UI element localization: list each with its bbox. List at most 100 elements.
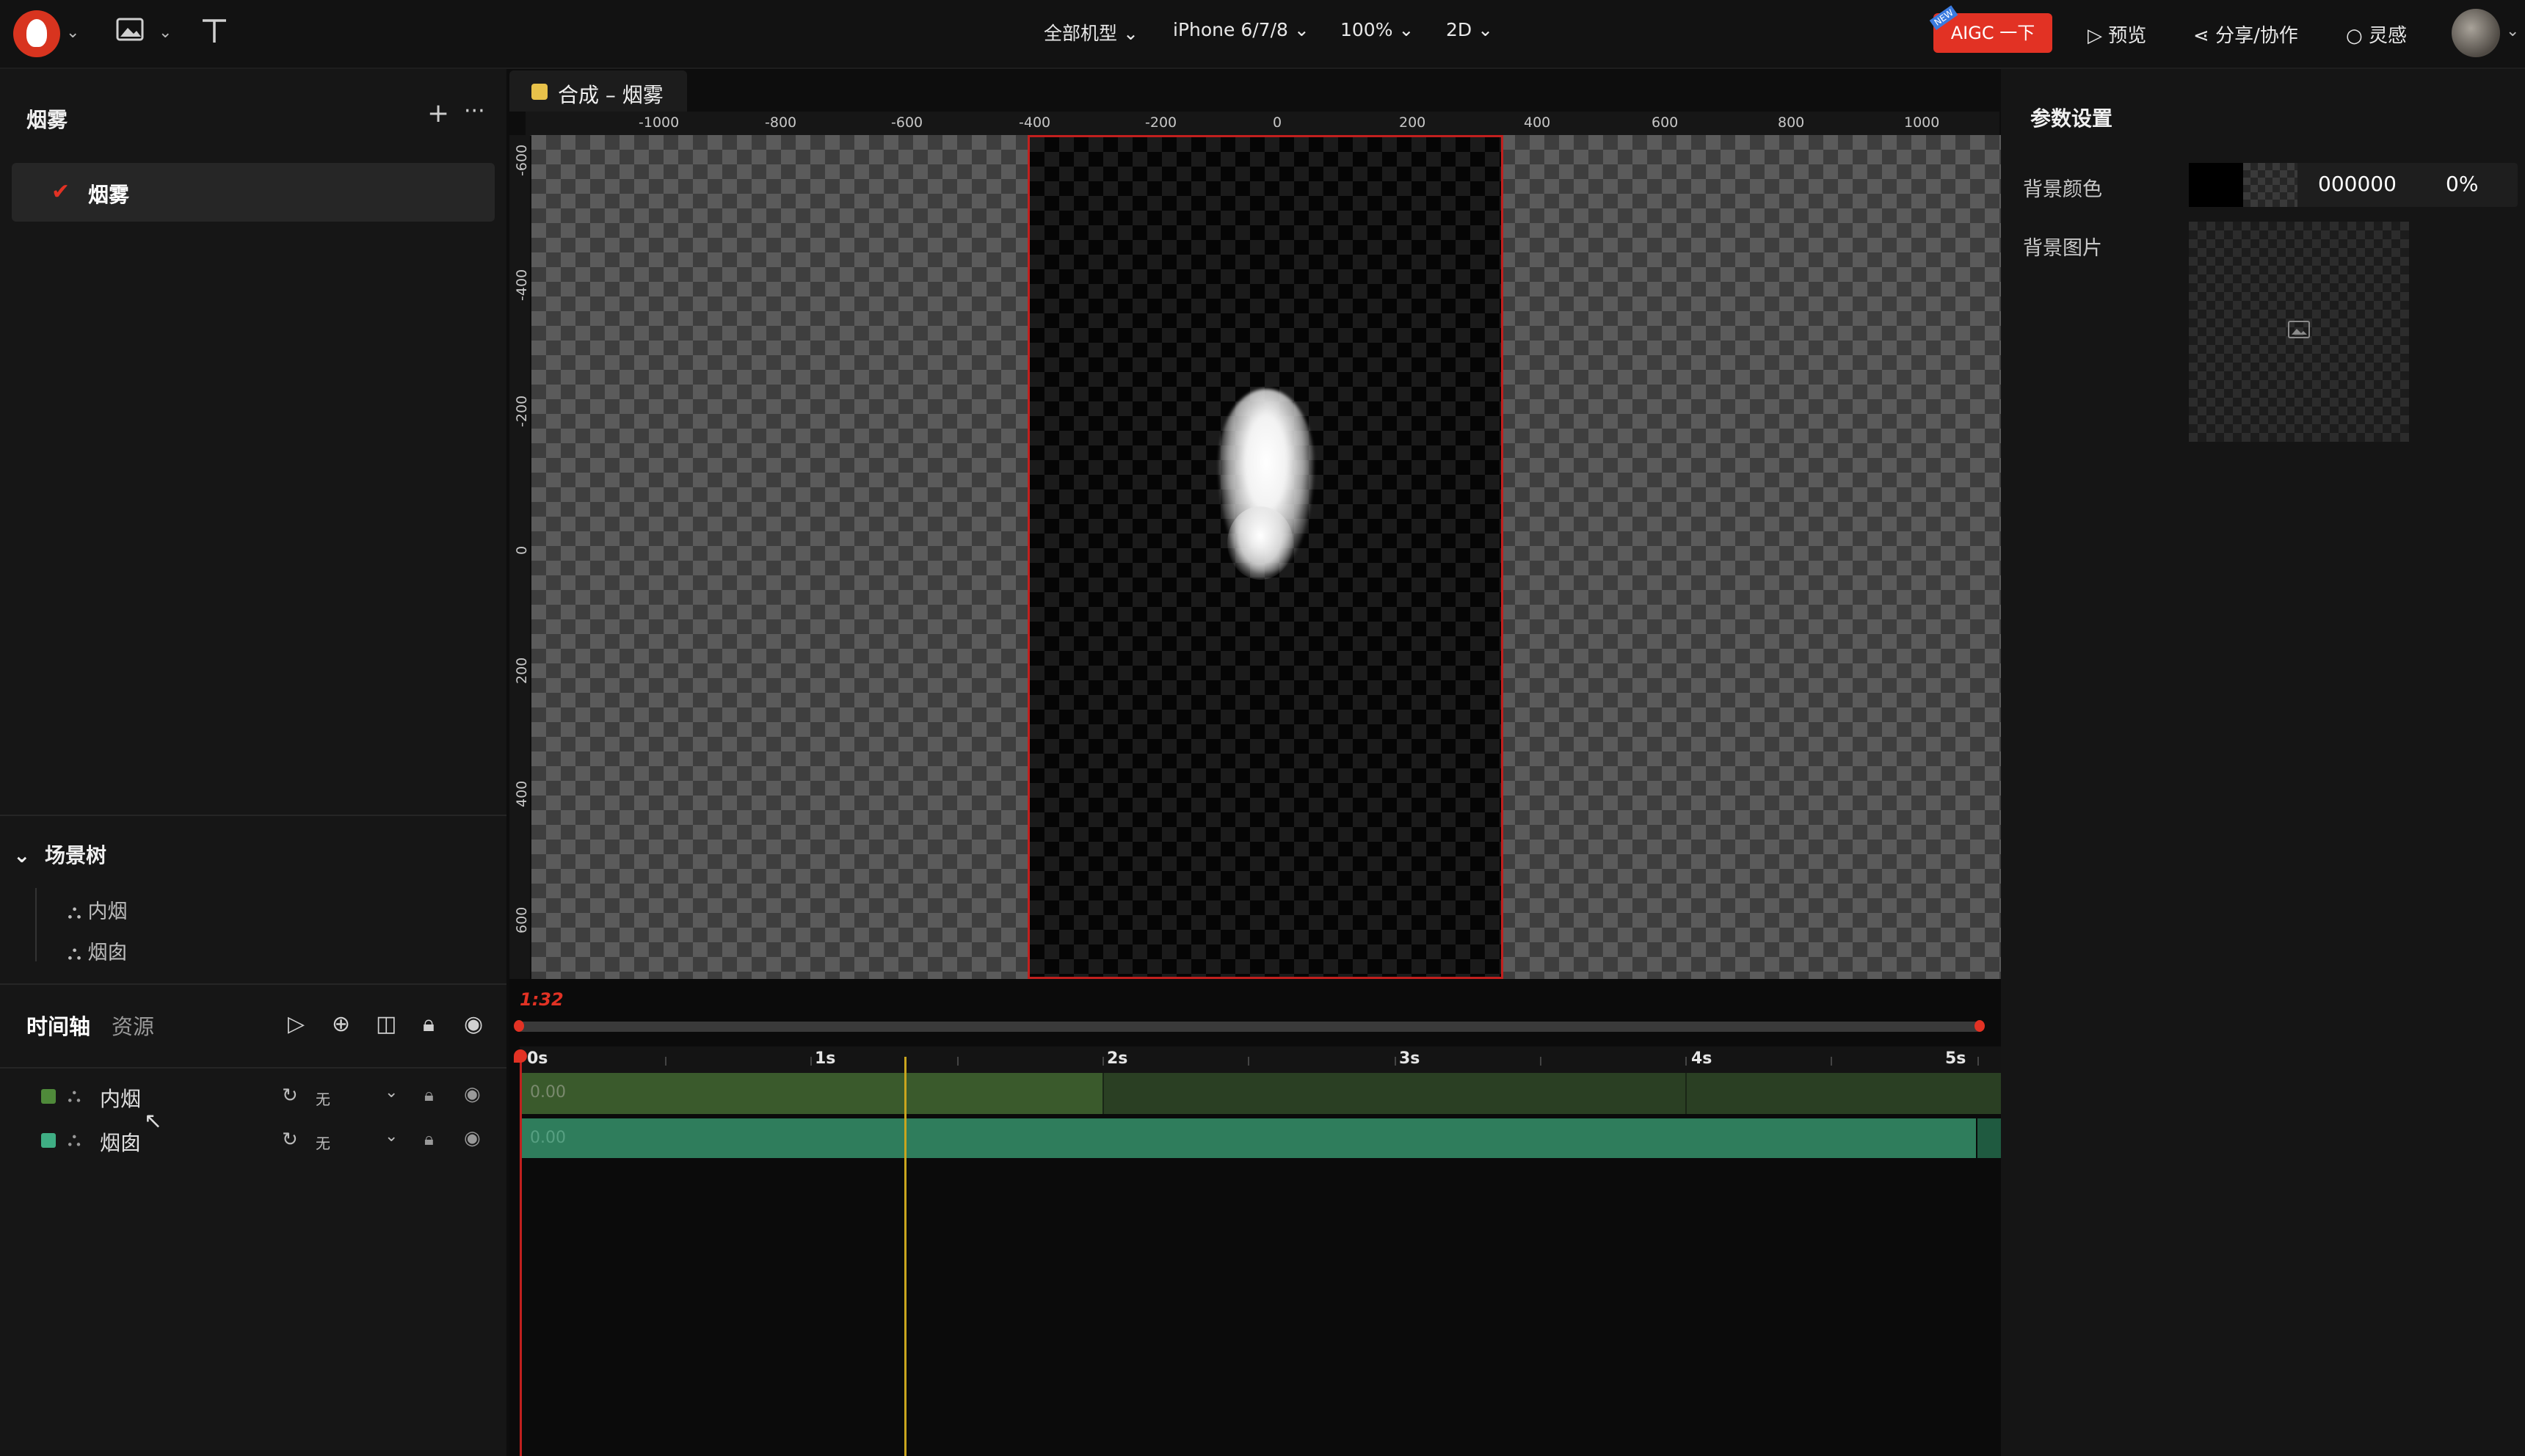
ruler-label: -800 <box>765 114 797 131</box>
aigc-button[interactable]: NEW AIGC 一下 <box>1929 4 2052 53</box>
playhead-handle[interactable] <box>514 1049 527 1063</box>
avatar[interactable] <box>2452 9 2500 57</box>
ruler-label: -1000 <box>639 114 680 131</box>
composition-color-icon <box>531 84 548 100</box>
lock-icon[interactable]: 🔒︎ <box>424 1085 434 1105</box>
image-icon[interactable] <box>116 18 145 49</box>
hover-time-indicator <box>904 1057 907 1456</box>
clip-end-handle[interactable] <box>1977 1118 2001 1158</box>
view-mode-select[interactable]: 2D ⌄ <box>1446 19 1493 40</box>
time-label: 2s <box>1107 1049 1128 1068</box>
ruler-label: 200 <box>1399 114 1426 131</box>
segment-divider <box>1685 1073 1687 1114</box>
track-label: 烟囱 <box>100 1131 142 1155</box>
device-select[interactable]: iPhone 6/7/8 ⌄ <box>1173 19 1309 40</box>
ruler-label: 200 <box>514 657 530 684</box>
track-row[interactable]: ⛬ 内烟 ↻ 无 ⌄ 🔒︎ ◉ <box>0 1076 506 1117</box>
color-swatch[interactable] <box>2189 163 2243 207</box>
node-icon: ⛬ <box>68 942 81 964</box>
track-color-swatch <box>41 1089 56 1104</box>
time-label: 5s <box>1945 1049 1966 1068</box>
time-tick <box>1977 1057 1979 1066</box>
track-clip-segment[interactable] <box>520 1073 1102 1114</box>
scrollbar-handle-right[interactable] <box>1974 1020 1985 1032</box>
ruler-label: 600 <box>1652 114 1679 131</box>
chevron-down-icon: ⌄ <box>13 843 31 867</box>
ruler-label: 800 <box>1778 114 1805 131</box>
ruler-label: -400 <box>514 269 530 301</box>
loop-icon[interactable]: ↻ <box>282 1129 298 1151</box>
preview-button[interactable]: ▷ 预览 <box>2088 21 2146 48</box>
crop-icon[interactable]: ◫ <box>376 1011 396 1037</box>
composition-item[interactable] <box>12 163 495 222</box>
divider <box>0 815 506 816</box>
opacity-swatch <box>2243 163 2297 207</box>
time-label: 3s <box>1399 1049 1420 1068</box>
tab-composition-label: 合成 – 烟雾 <box>558 83 664 107</box>
blend-mode-select[interactable]: 无 <box>316 1132 330 1153</box>
ruler-label: 400 <box>1524 114 1551 131</box>
ruler-label: 0 <box>1273 114 1282 131</box>
time-tick <box>1395 1057 1396 1066</box>
bg-opacity-input[interactable]: 0% <box>2446 172 2478 196</box>
app-logo-icon[interactable] <box>13 10 60 57</box>
tab-composition[interactable]: 合成 – 烟雾 <box>509 70 687 112</box>
scene-tree-item[interactable]: ⛬ 内烟 <box>68 895 128 924</box>
time-tick <box>810 1057 812 1066</box>
share-button[interactable]: ⋖ 分享/协作 <box>2193 21 2298 48</box>
clip-value: 0.00 <box>530 1083 566 1102</box>
track-row[interactable]: ⛬ 烟囱 ↻ 无 ⌄ 🔒︎ ◉ <box>0 1120 506 1161</box>
timeline-scrollbar[interactable] <box>517 1022 1982 1032</box>
bg-color-hex-input[interactable]: 000000 <box>2318 172 2397 196</box>
time-tick <box>1248 1057 1249 1066</box>
node-icon: ⛬ <box>68 900 81 923</box>
chevron-down-icon[interactable]: ⌄ <box>385 1127 398 1146</box>
add-icon[interactable]: + <box>427 98 449 128</box>
scene-tree-item[interactable]: ⛬ 烟囱 <box>68 936 128 965</box>
tab-assets[interactable]: 资源 <box>112 1010 154 1041</box>
chevron-down-icon[interactable]: ⌄ <box>2506 22 2519 40</box>
add-circle-icon[interactable]: ⊕ <box>332 1011 350 1037</box>
scrollbar-handle-left[interactable] <box>514 1020 524 1032</box>
node-icon: ⛬ <box>68 1129 81 1151</box>
zoom-select[interactable]: 100% ⌄ <box>1340 19 1414 40</box>
time-tick <box>1685 1057 1687 1066</box>
track-color-swatch <box>41 1133 56 1148</box>
inspiration-button[interactable]: ○ 灵感 <box>2346 21 2407 48</box>
divider <box>0 1067 506 1069</box>
check-icon: ✔ <box>51 179 70 205</box>
eye-icon[interactable]: ◉ <box>464 1083 481 1105</box>
chevron-down-icon[interactable]: ⌄ <box>159 23 172 42</box>
text-tool-icon[interactable] <box>200 16 229 52</box>
chevron-down-icon[interactable]: ⌄ <box>385 1083 398 1102</box>
chevron-down-icon[interactable]: ⌄ <box>66 23 79 42</box>
eye-icon[interactable]: ◉ <box>464 1011 483 1037</box>
play-icon[interactable]: ▷ <box>288 1011 305 1037</box>
scene-tree-header[interactable]: ⌄ 场景树 <box>13 840 106 869</box>
lock-icon[interactable]: 🔒︎ <box>423 1011 435 1037</box>
timecode: 1:32 <box>520 989 564 1010</box>
lock-icon[interactable]: 🔒︎ <box>424 1129 434 1149</box>
device-category-menu[interactable]: 全部机型 ⌄ <box>1044 19 1138 46</box>
panel-title: 烟雾 <box>26 108 68 132</box>
tab-timeline[interactable]: 时间轴 <box>26 1010 90 1041</box>
loop-icon[interactable]: ↻ <box>282 1085 298 1107</box>
mouse-cursor-icon: ↖ <box>144 1108 163 1134</box>
time-label: 1s <box>815 1049 836 1068</box>
smoke-particle <box>1227 506 1293 580</box>
ruler-label: -200 <box>1145 114 1177 131</box>
time-label: 0s <box>527 1049 548 1068</box>
eye-icon[interactable]: ◉ <box>464 1127 481 1149</box>
vertical-ruler <box>509 135 530 979</box>
divider <box>0 983 506 985</box>
ruler-label: 600 <box>514 906 530 933</box>
time-tick <box>1831 1057 1832 1066</box>
more-icon[interactable]: ··· <box>464 98 485 124</box>
node-icon: ⛬ <box>68 1085 81 1107</box>
image-placeholder-icon <box>2287 320 2311 343</box>
time-tick <box>665 1057 666 1066</box>
playhead[interactable] <box>520 1057 522 1456</box>
time-tick <box>957 1057 959 1066</box>
blend-mode-select[interactable]: 无 <box>316 1088 330 1109</box>
track-clip[interactable] <box>520 1118 1976 1158</box>
